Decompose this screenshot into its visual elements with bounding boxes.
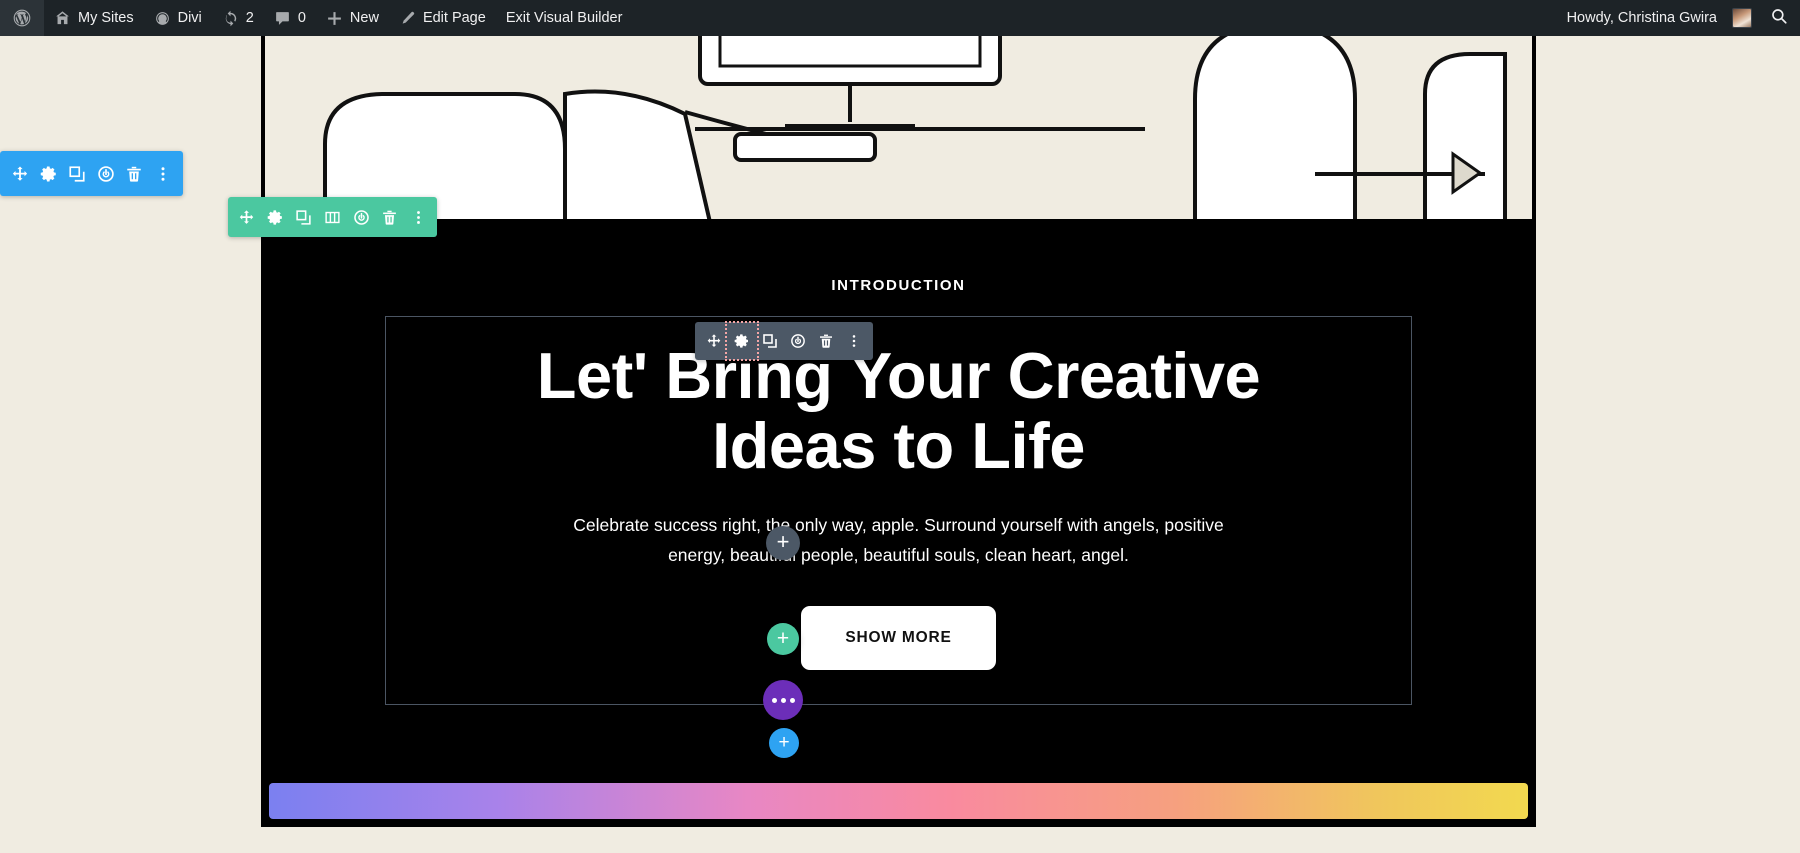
my-sites-icon xyxy=(54,10,71,27)
add-row-button[interactable]: + xyxy=(767,623,799,655)
page-title: Let' Bring Your Creative Ideas to Life xyxy=(414,341,1383,480)
admin-bar-label-divi: Divi xyxy=(177,10,202,26)
divi-icon xyxy=(154,10,171,27)
kebab-icon xyxy=(154,165,172,183)
module-more-options-button[interactable] xyxy=(842,326,866,356)
section-move-button[interactable] xyxy=(7,151,33,196)
admin-bar-item-new[interactable]: New xyxy=(316,0,389,36)
section-duplicate-button[interactable] xyxy=(64,151,90,196)
wp-admin-bar: My Sites Divi 2 0 New Edit Page Exit Vis… xyxy=(0,0,1800,36)
hero-button-wrapper: SHOW MORE xyxy=(414,606,1383,671)
search-icon xyxy=(1770,7,1788,29)
admin-bar-left-group: My Sites Divi 2 0 New Edit Page Exit Vis… xyxy=(0,0,632,36)
eyebrow-text: INTRODUCTION xyxy=(831,277,966,294)
admin-bar-label-updates-count: 2 xyxy=(245,10,254,26)
add-section-button[interactable]: + xyxy=(769,728,799,758)
add-module-overlay-button[interactable]: + xyxy=(766,526,800,560)
heading-line-2: Ideas to Life xyxy=(712,408,1085,482)
admin-bar-item-updates[interactable]: 2 xyxy=(212,0,264,36)
pencil-icon xyxy=(399,10,416,27)
row-toolbar[interactable] xyxy=(228,197,437,237)
admin-bar-label-my-sites: My Sites xyxy=(78,10,134,26)
plus-icon: + xyxy=(776,529,790,554)
howdy-label: Howdy, Christina Gwira xyxy=(1566,10,1717,26)
duplicate-icon xyxy=(295,209,312,226)
move-icon xyxy=(706,333,722,349)
hero-section[interactable]: INTRODUCTION Let' Bring Your Creative Id… xyxy=(265,219,1532,784)
admin-bar-search-button[interactable] xyxy=(1758,0,1800,36)
text-module[interactable]: Let' Bring Your Creative Ideas to Life C… xyxy=(385,316,1412,706)
module-toolbar[interactable] xyxy=(695,321,873,361)
trash-icon xyxy=(125,165,143,183)
row-settings-button[interactable] xyxy=(263,197,287,237)
row-move-button[interactable] xyxy=(234,197,258,237)
section-more-options-button[interactable] xyxy=(150,151,176,196)
admin-bar-right-group: Howdy, Christina Gwira xyxy=(1557,0,1800,36)
illustration-artwork xyxy=(265,36,1532,219)
move-icon xyxy=(238,209,255,226)
columns-icon xyxy=(324,209,341,226)
move-icon xyxy=(11,165,29,183)
gear-icon xyxy=(267,209,284,226)
hero-illustration xyxy=(265,36,1532,219)
gear-icon xyxy=(40,165,58,183)
module-delete-button[interactable] xyxy=(814,326,838,356)
kebab-icon xyxy=(846,333,862,349)
module-settings-button[interactable] xyxy=(725,321,759,361)
updates-icon xyxy=(222,10,239,27)
hero-paragraph: Celebrate success right, the only way, a… xyxy=(573,515,1224,566)
section-disable-button[interactable] xyxy=(93,151,119,196)
module-move-button[interactable] xyxy=(702,326,726,356)
admin-bar-label-new: New xyxy=(349,10,379,26)
gradient-footer-bar[interactable] xyxy=(269,783,1528,820)
section-delete-button[interactable] xyxy=(121,151,147,196)
wordpress-logo-icon xyxy=(12,8,32,28)
power-icon xyxy=(353,209,370,226)
show-more-button[interactable]: SHOW MORE xyxy=(801,606,996,671)
app-menu-button[interactable] xyxy=(763,680,803,720)
row-disable-button[interactable] xyxy=(349,197,373,237)
trash-icon xyxy=(381,209,398,226)
row-delete-button[interactable] xyxy=(378,197,402,237)
admin-bar-item-exit-visual-builder[interactable]: Exit Visual Builder xyxy=(496,0,633,36)
duplicate-icon xyxy=(762,333,778,349)
row-duplicate-button[interactable] xyxy=(292,197,316,237)
plus-icon: + xyxy=(776,626,790,650)
admin-bar-label-edit-page: Edit Page xyxy=(422,10,486,26)
gear-icon xyxy=(734,333,750,349)
wordpress-logo-menu[interactable] xyxy=(0,0,44,36)
comments-icon xyxy=(274,10,291,27)
admin-bar-label-comments-count: 0 xyxy=(297,10,306,26)
avatar xyxy=(1732,8,1752,28)
admin-bar-item-comments[interactable]: 0 xyxy=(264,0,316,36)
admin-bar-item-edit-page[interactable]: Edit Page xyxy=(389,0,496,36)
row-columns-button[interactable] xyxy=(320,197,344,237)
row-more-options-button[interactable] xyxy=(407,197,431,237)
admin-bar-item-my-sites[interactable]: My Sites xyxy=(44,0,144,36)
plus-icon xyxy=(326,10,343,27)
section-toolbar[interactable] xyxy=(0,151,183,196)
module-duplicate-button[interactable] xyxy=(758,326,782,356)
trash-icon xyxy=(818,333,834,349)
module-disable-button[interactable] xyxy=(786,326,810,356)
power-icon xyxy=(97,165,115,183)
duplicate-icon xyxy=(68,165,86,183)
plus-icon: + xyxy=(778,731,790,753)
visual-builder-canvas: INTRODUCTION Let' Bring Your Creative Id… xyxy=(0,36,1800,853)
section-settings-button[interactable] xyxy=(36,151,62,196)
ellipsis-icon xyxy=(771,697,795,703)
heading-line-1: Let' Bring Your Creative xyxy=(536,339,1261,412)
power-icon xyxy=(790,333,806,349)
admin-bar-my-account[interactable]: Howdy, Christina Gwira xyxy=(1557,0,1758,36)
kebab-icon xyxy=(410,209,427,226)
page-preview-frame: INTRODUCTION Let' Bring Your Creative Id… xyxy=(261,36,1536,828)
admin-bar-label-exit-visual-builder: Exit Visual Builder xyxy=(505,10,623,26)
admin-bar-item-divi[interactable]: Divi xyxy=(144,0,212,36)
